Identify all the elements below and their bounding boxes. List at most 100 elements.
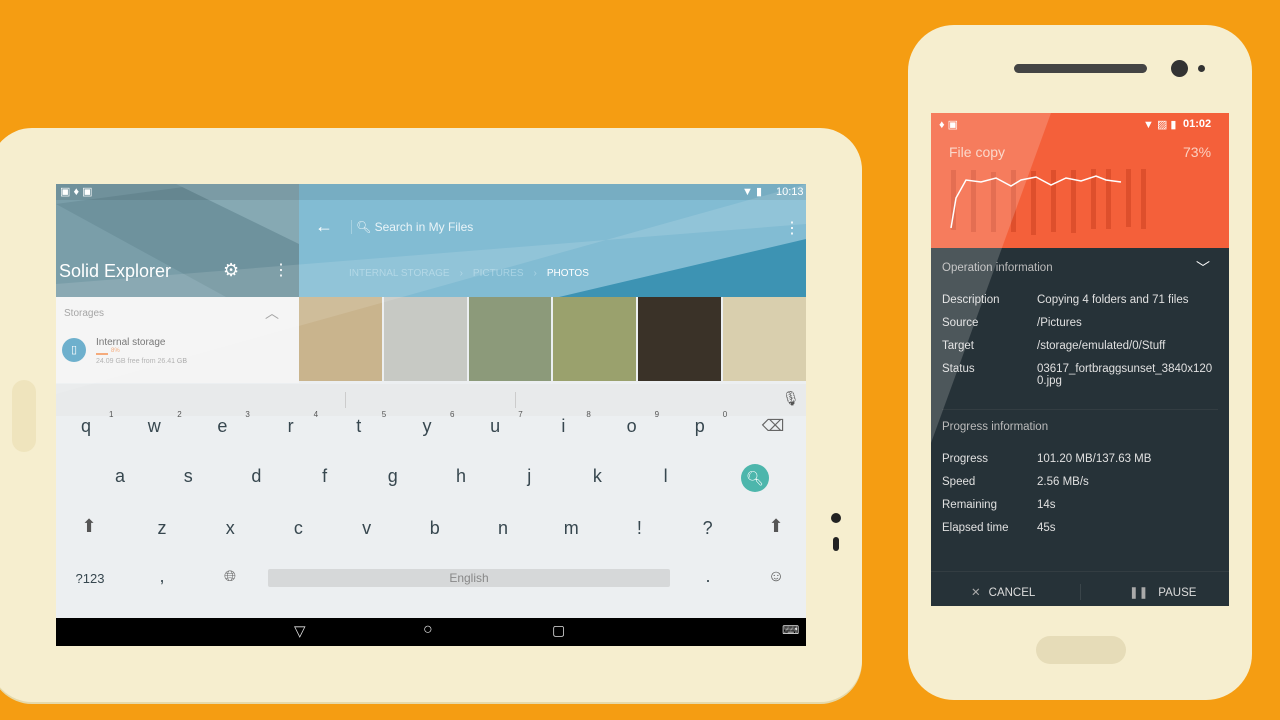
tablet-screen: Solid Explorer ⚙ ⋮ ← 🔍︎ Search in My Fil… xyxy=(56,184,806,646)
storage-item[interactable]: ▯ Internal storage 8% 24.09 GB free from… xyxy=(56,333,299,373)
key-c[interactable]: c xyxy=(278,518,318,539)
photo-thumbnail[interactable] xyxy=(553,297,637,381)
recents-nav-icon[interactable]: ▢ xyxy=(552,622,565,639)
info-row: Description Copying 4 folders and 71 file… xyxy=(942,294,1217,306)
symbols-key[interactable]: ?123 xyxy=(70,571,110,586)
storage-name: Internal storage xyxy=(96,337,166,348)
photo-thumbnail[interactable] xyxy=(383,297,467,381)
storage-detail: 24.09 GB free from 26.41 GB xyxy=(96,358,188,365)
emoji-icon[interactable]: ☺ xyxy=(756,568,796,586)
settings-icon[interactable]: ⚙ xyxy=(223,260,239,281)
more-options-icon[interactable]: ⋮ xyxy=(273,260,289,280)
keyboard-switch-icon[interactable]: ⌨ xyxy=(782,623,799,637)
key-l[interactable]: l xyxy=(646,466,686,487)
pause-button[interactable]: ❚❚ PAUSE xyxy=(1129,585,1196,599)
info-value: 45s xyxy=(1037,522,1056,534)
home-button[interactable] xyxy=(1036,636,1126,664)
wifi-battery-icon: ▼ ▮ xyxy=(742,186,762,198)
key-w[interactable]: w xyxy=(134,416,174,437)
key-g[interactable]: g xyxy=(373,466,413,487)
key-b[interactable]: b xyxy=(415,518,455,539)
key-q[interactable]: q xyxy=(66,416,106,437)
key-u[interactable]: u xyxy=(475,416,515,437)
search-placeholder: Search in My Files xyxy=(374,220,474,234)
key-hint: 6 xyxy=(450,410,455,419)
photo-thumbnail[interactable] xyxy=(638,297,722,381)
key-p[interactable]: p xyxy=(680,416,720,437)
progress-info-title: Progress information xyxy=(942,421,1049,433)
breadcrumb-internal-storage[interactable]: INTERNAL STORAGE xyxy=(349,268,450,279)
key-a[interactable]: a xyxy=(100,466,140,487)
phone-status-icons: ♦ ▣ xyxy=(939,119,959,131)
space-bar[interactable]: English xyxy=(268,569,670,587)
photo-thumbnail[interactable] xyxy=(299,297,382,381)
home-nav-icon[interactable]: ○ xyxy=(423,621,433,639)
key-k[interactable]: k xyxy=(577,466,617,487)
chevron-down-icon[interactable]: ﹀ xyxy=(1196,258,1210,278)
cancel-label: CANCEL xyxy=(988,587,1036,599)
breadcrumb-photos[interactable]: PHOTOS xyxy=(547,268,589,279)
shift-key[interactable]: ⬆ xyxy=(756,516,796,537)
key-r[interactable]: r xyxy=(271,416,311,437)
back-nav-icon[interactable]: ▽ xyxy=(294,622,306,640)
divider xyxy=(1080,584,1081,600)
info-row: Source/Pictures xyxy=(942,317,1217,329)
key-m[interactable]: m xyxy=(551,518,591,539)
info-label: Progress xyxy=(942,453,989,465)
key-h[interactable]: h xyxy=(441,466,481,487)
search-input[interactable]: 🔍︎ Search in My Files xyxy=(351,220,731,234)
microphone-icon[interactable]: 🎙︎ xyxy=(782,390,800,407)
key-i[interactable]: i xyxy=(543,416,583,437)
key-n[interactable]: n xyxy=(483,518,523,539)
cancel-button[interactable]: ✕ CANCEL xyxy=(971,585,1035,599)
divider xyxy=(942,409,1218,410)
key-s[interactable]: s xyxy=(168,466,208,487)
key-x[interactable]: x xyxy=(210,518,250,539)
info-value: 101.20 MB/137.63 MB xyxy=(1037,453,1152,465)
info-value: 14s xyxy=(1037,499,1056,511)
comma-key[interactable]: , xyxy=(142,566,182,587)
phone-status-time: 01:02 xyxy=(1183,118,1212,130)
navigation-bar: ▽ ○ ▢ ⌨ xyxy=(56,618,806,646)
key-y[interactable]: y xyxy=(407,416,447,437)
pause-label: PAUSE xyxy=(1158,587,1197,599)
photo-thumbnail[interactable] xyxy=(468,297,552,381)
status-time: 10:13 xyxy=(776,186,804,198)
key-v[interactable]: v xyxy=(347,518,387,539)
info-label: Status xyxy=(942,363,975,375)
tablet-camera xyxy=(831,513,841,523)
shift-key[interactable]: ⬆ xyxy=(69,516,109,537)
search-key[interactable]: 🔍︎ xyxy=(741,464,769,492)
back-arrow-icon[interactable]: ← xyxy=(315,216,333,237)
key-z[interactable]: z xyxy=(142,518,182,539)
key-hint: 1 xyxy=(109,410,114,419)
search-icon: 🔍︎ xyxy=(356,220,372,234)
key-e[interactable]: e xyxy=(202,416,242,437)
overflow-menu-icon[interactable]: ⋮ xyxy=(784,218,800,238)
tablet-sensor xyxy=(833,537,839,551)
key-t[interactable]: t xyxy=(339,416,379,437)
chevron-right-icon: › xyxy=(533,268,537,279)
info-value: 03617_fortbraggsunset_3840x1200.jpg xyxy=(1037,363,1213,387)
key-hint: 0 xyxy=(722,410,728,419)
speed-graph xyxy=(950,169,1146,235)
chevron-right-icon: › xyxy=(459,268,463,279)
info-label: Elapsed time xyxy=(942,522,1009,534)
key-hint: 2 xyxy=(177,410,182,419)
breadcrumb-pictures[interactable]: PICTURES xyxy=(473,268,524,279)
backspace-icon[interactable]: ⌫ xyxy=(753,416,793,436)
key-f[interactable]: f xyxy=(305,466,345,487)
collapse-icon[interactable]: ︿ xyxy=(265,303,279,323)
photo-thumbnail[interactable] xyxy=(723,297,806,381)
wifi-battery-icon: ▼ ▨ ▮ xyxy=(1143,119,1177,131)
key-![interactable]: ! xyxy=(619,518,659,539)
sidebar-header: Solid Explorer ⚙ ⋮ xyxy=(56,184,299,297)
key-?[interactable]: ? xyxy=(688,518,728,539)
key-o[interactable]: o xyxy=(612,416,652,437)
suggestion-strip: 🎙︎ xyxy=(56,384,806,416)
period-key[interactable]: . xyxy=(688,566,728,587)
key-j[interactable]: j xyxy=(509,466,549,487)
operation-info-header[interactable]: Operation information ﹀ xyxy=(931,248,1229,288)
key-d[interactable]: d xyxy=(236,466,276,487)
globe-icon[interactable]: 🌐︎ xyxy=(210,568,250,585)
